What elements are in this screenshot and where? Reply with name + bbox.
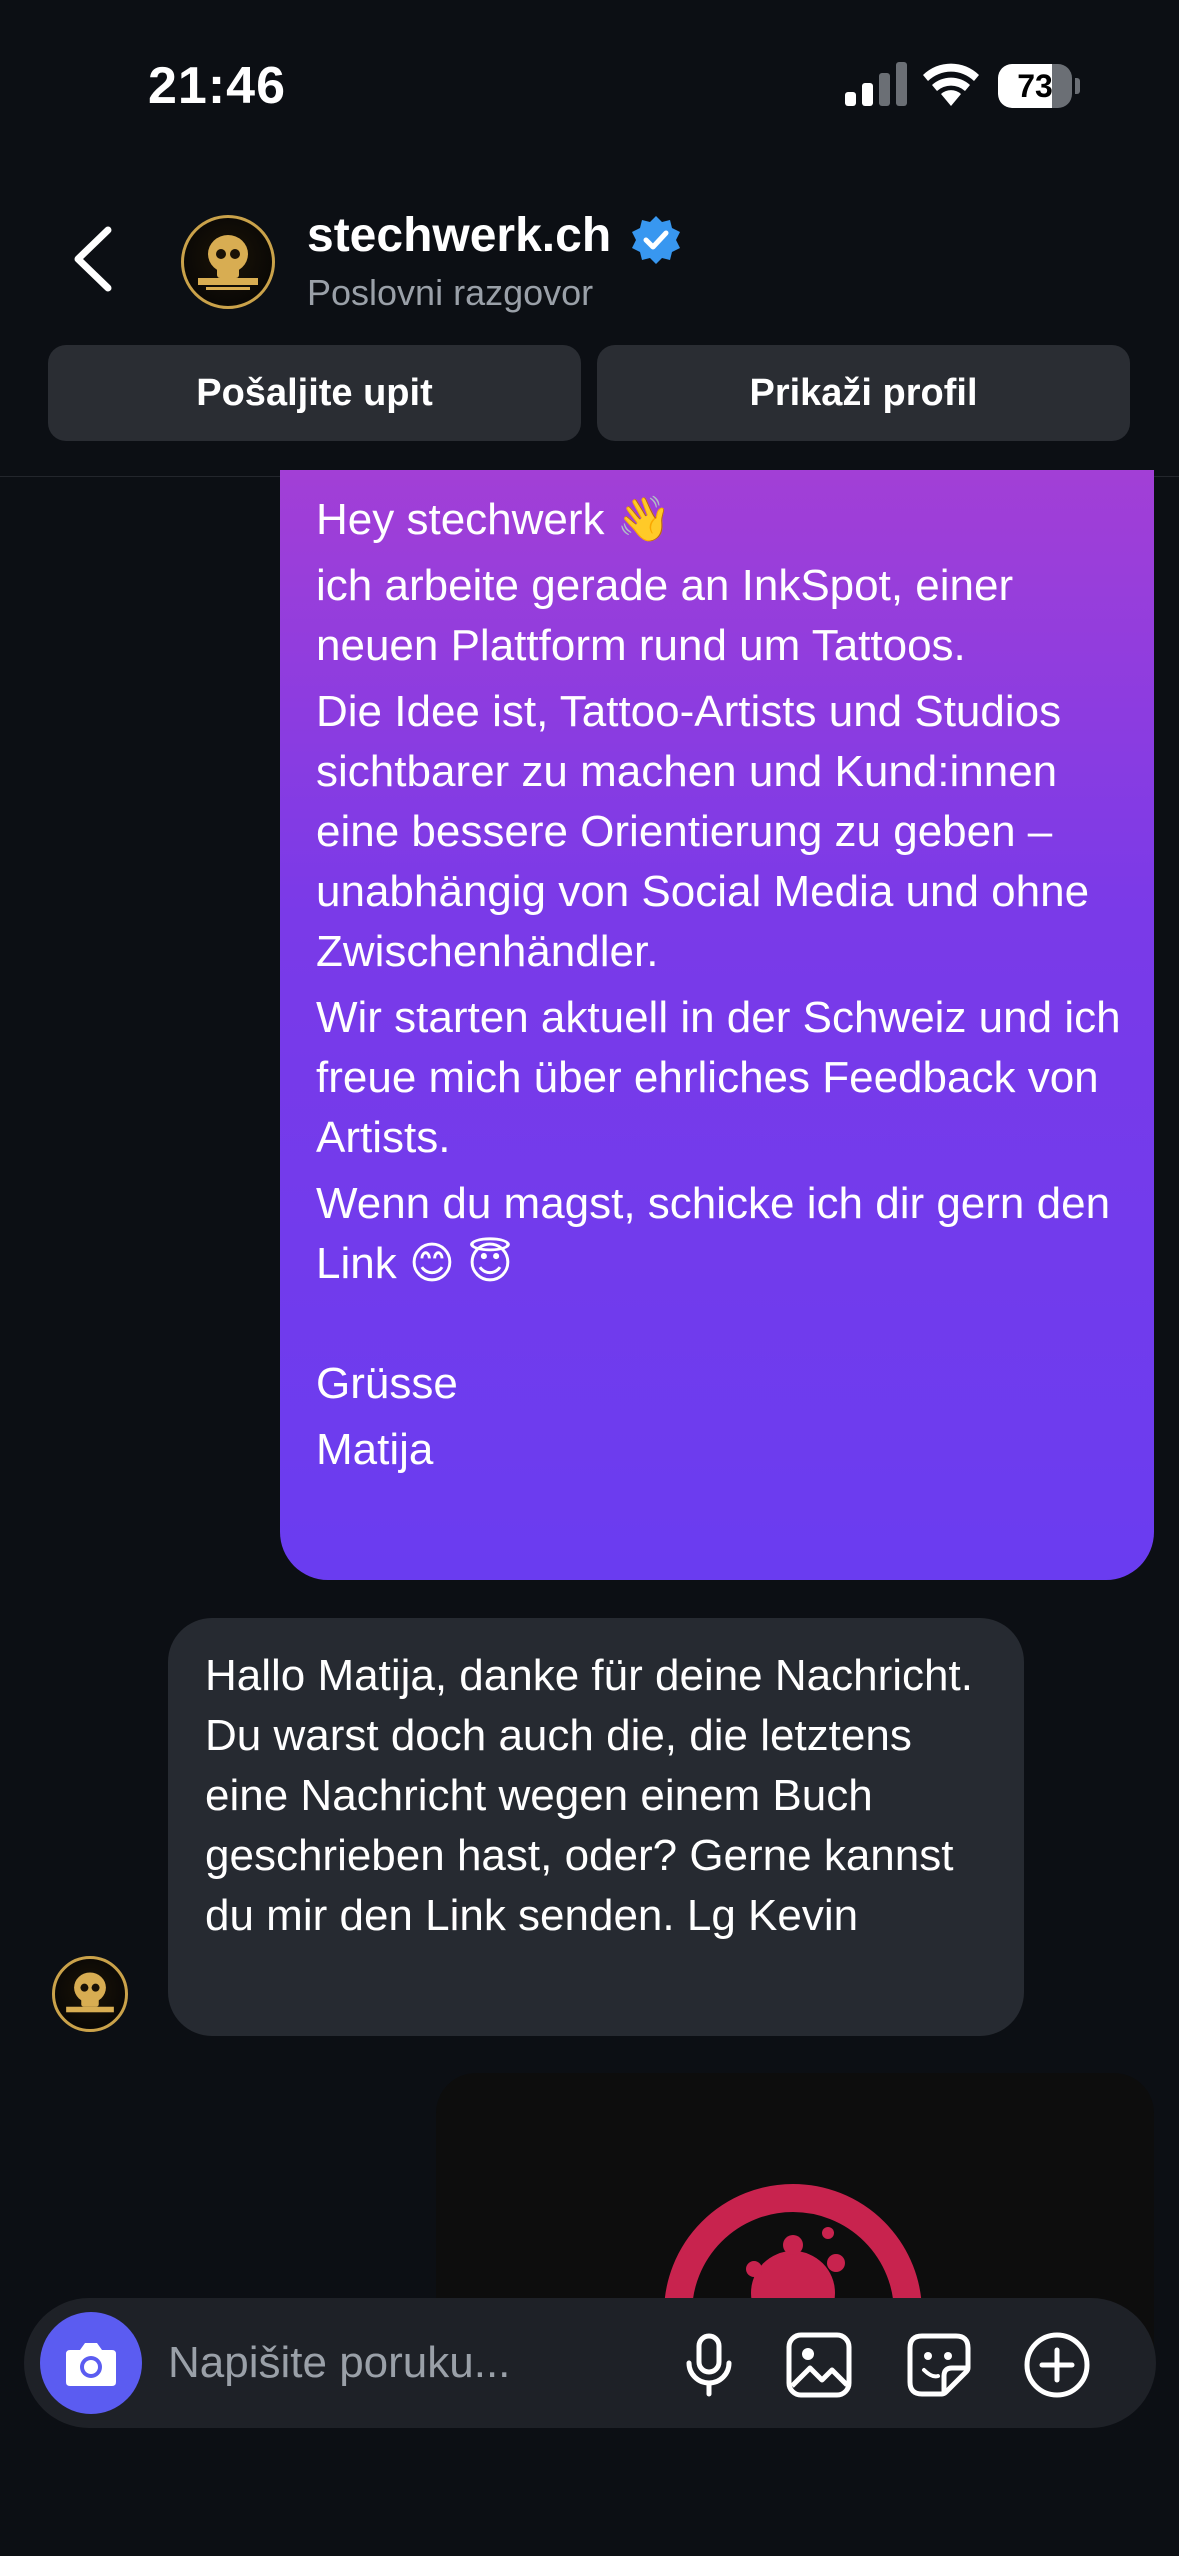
sender-avatar[interactable] bbox=[52, 1956, 128, 2032]
message-line: Hey stechwerk 👋 bbox=[316, 495, 672, 544]
cellular-signal-icon bbox=[845, 62, 907, 106]
send-inquiry-button[interactable]: Pošaljite upit bbox=[48, 345, 581, 441]
conversation-type-label: Poslovni razgovor bbox=[307, 272, 594, 313]
camera-button[interactable] bbox=[40, 2312, 142, 2414]
status-time: 21:46 bbox=[148, 57, 286, 115]
verified-badge-icon bbox=[632, 216, 680, 264]
message-line: Wenn du magst, schicke ich dir gern den … bbox=[316, 1179, 1111, 1288]
outgoing-message-bubble[interactable]: Hey stechwerk 👋 ich arbeite gerade an In… bbox=[280, 470, 1154, 1580]
sticker-icon[interactable] bbox=[904, 2330, 974, 2400]
contact-avatar[interactable] bbox=[181, 215, 275, 309]
incoming-message-text: Hallo Matija, danke für deine Nachricht.… bbox=[205, 1651, 973, 1940]
message-line: Matija bbox=[316, 1425, 434, 1474]
skull-logo-icon bbox=[66, 1972, 114, 2013]
message-line: Grüsse bbox=[316, 1359, 458, 1408]
battery-indicator: 73 bbox=[998, 64, 1080, 108]
back-chevron-icon[interactable] bbox=[64, 224, 124, 294]
contact-name[interactable]: stechwerk.ch bbox=[307, 208, 611, 263]
wifi-icon bbox=[923, 63, 979, 106]
outgoing-message-text: Hey stechwerk 👋 ich arbeite gerade an In… bbox=[316, 490, 1126, 1486]
message-input[interactable]: Napišite poruku... bbox=[168, 2298, 510, 2428]
skull-logo-icon bbox=[198, 235, 258, 290]
message-line: Wir starten aktuell in der Schweiz und i… bbox=[316, 993, 1121, 1162]
message-line: Die Idee ist, Tattoo-Artists und Studios… bbox=[316, 687, 1090, 976]
message-composer: Napišite poruku... bbox=[24, 2298, 1156, 2428]
message-line: ich arbeite gerade an InkSpot, einer neu… bbox=[316, 561, 1014, 670]
view-profile-button[interactable]: Prikaži profil bbox=[597, 345, 1130, 441]
battery-percentage: 73 bbox=[1017, 68, 1053, 104]
camera-icon bbox=[66, 2343, 116, 2386]
microphone-icon[interactable] bbox=[674, 2330, 744, 2400]
plus-icon[interactable] bbox=[1022, 2330, 1092, 2400]
incoming-message-bubble[interactable]: Hallo Matija, danke für deine Nachricht.… bbox=[168, 1618, 1024, 2036]
gallery-icon[interactable] bbox=[784, 2330, 854, 2400]
